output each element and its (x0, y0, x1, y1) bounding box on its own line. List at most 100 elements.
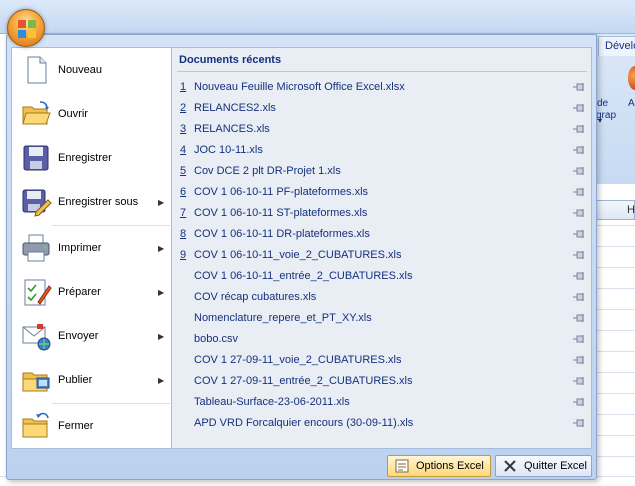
pin-icon[interactable] (572, 334, 586, 344)
menu-item-enregistrer-sous[interactable]: Enregistrer sous ▶ (12, 180, 172, 224)
menu-item-label: Ouvrir (58, 108, 88, 120)
recent-document-number: 6 (180, 186, 187, 198)
recent-document-name: COV 1 06-10-11 PF-plateformes.xls (194, 186, 369, 198)
ribbon-dropdown-arrow-icon[interactable]: ▾ (598, 116, 602, 125)
recent-documents-title: Documents récents (179, 54, 282, 66)
recent-document-name: COV 1 06-10-11 ST-plateformes.xls (194, 207, 368, 219)
recent-document-item[interactable]: bobo.csv (178, 329, 588, 350)
pin-icon[interactable] (572, 187, 586, 197)
menu-item-envoyer[interactable]: Envoyer ▶ (12, 314, 172, 358)
recent-document-item[interactable]: COV récap cubatures.xls (178, 287, 588, 308)
menu-item-imprimer[interactable]: Imprimer ▶ (12, 226, 172, 270)
quit-excel-button[interactable]: Quitter Excel (495, 455, 592, 477)
recent-document-name: COV 1 06-10-11_entrée_2_CUBATURES.xls (194, 270, 413, 282)
recent-document-name: Nomenclature_repere_et_PT_XY.xls (194, 312, 372, 324)
tab-developer[interactable]: Dévelo (598, 36, 635, 56)
pin-icon[interactable] (572, 292, 586, 302)
menu-item-label: Enregistrer (58, 152, 112, 164)
recent-document-item[interactable]: 2 RELANCES2.xls (178, 98, 588, 119)
recent-documents-pane: Documents récents 1 Nouveau Feuille Micro… (171, 47, 592, 449)
menu-item-label: Enregistrer sous (58, 196, 139, 208)
pin-icon[interactable] (572, 313, 586, 323)
recent-document-number: 9 (180, 249, 187, 261)
ribbon-label-fragment-2: A (628, 98, 635, 109)
recent-document-name: bobo.csv (194, 333, 239, 345)
menu-item-enregistrer[interactable]: Enregistrer (12, 136, 172, 180)
submenu-arrow-icon: ▶ (158, 287, 165, 297)
recent-document-item[interactable]: COV 1 27-09-11_entrée_2_CUBATURES.xls (178, 371, 588, 392)
menu-item-label: Nouveau (58, 64, 103, 76)
pin-icon[interactable] (572, 208, 586, 218)
new-document-icon (27, 56, 47, 84)
save-icon (23, 145, 49, 171)
menu-item-fermer[interactable]: Fermer (12, 404, 172, 448)
excel-options-label: Options Excel (416, 460, 484, 472)
office-logo-icon (18, 20, 36, 38)
recent-document-item[interactable]: 3 RELANCES.xls (178, 119, 588, 140)
recent-document-number: 2 (180, 102, 187, 114)
recent-document-item[interactable]: 9 COV 1 06-10-11_voie_2_CUBATURES.xls (178, 245, 588, 266)
recent-document-name: COV récap cubatures.xls (194, 291, 317, 303)
ribbon-label-fragment: de (597, 98, 609, 109)
ribbon-background (596, 34, 635, 184)
recent-document-item[interactable]: 8 COV 1 06-10-11 DR-plateformes.xls (178, 224, 588, 245)
pin-icon[interactable] (572, 250, 586, 260)
menu-item-label: Envoyer (58, 330, 99, 342)
menu-commands-pane: Nouveau Ouvrir Enregistrer Enregistrer s… (11, 47, 171, 449)
title-bar (0, 0, 635, 34)
submenu-arrow-icon: ▶ (158, 243, 165, 253)
submenu-arrow-icon: ▶ (158, 197, 165, 207)
recent-document-name: RELANCES2.xls (194, 102, 276, 114)
column-header-h[interactable]: H (596, 200, 635, 220)
menu-item-label: Imprimer (58, 242, 102, 254)
pin-icon[interactable] (572, 229, 586, 239)
recent-document-item[interactable]: 7 COV 1 06-10-11 ST-plateformes.xls (178, 203, 588, 224)
recent-document-name: COV 1 06-10-11 DR-plateformes.xls (194, 228, 370, 240)
recent-document-number: 3 (180, 123, 187, 135)
recent-document-item[interactable]: 6 COV 1 06-10-11 PF-plateformes.xls (178, 182, 588, 203)
submenu-arrow-icon: ▶ (158, 331, 165, 341)
menu-item-label: Publier (58, 374, 93, 386)
excel-options-button[interactable]: Options Excel (387, 455, 491, 477)
menu-item-nouveau[interactable]: Nouveau (12, 48, 172, 92)
recent-document-item[interactable]: Tableau-Surface-23-06-2011.xls (178, 392, 588, 413)
recent-document-item[interactable]: 1 Nouveau Feuille Microsoft Office Excel.… (178, 77, 588, 98)
menu-item-ouvrir[interactable]: Ouvrir (12, 92, 172, 136)
menu-item-publier[interactable]: Publier ▶ (12, 358, 172, 402)
pin-icon[interactable] (572, 166, 586, 176)
recent-document-item[interactable]: COV 1 27-09-11_voie_2_CUBATURES.xls (178, 350, 588, 371)
ribbon-chart-icon[interactable] (628, 66, 635, 90)
quit-excel-label: Quitter Excel (524, 460, 587, 472)
recent-document-name: RELANCES.xls (194, 123, 270, 135)
open-folder-icon (22, 101, 51, 125)
pin-icon[interactable] (572, 397, 586, 407)
printer-icon (22, 234, 50, 262)
publish-icon (22, 372, 50, 392)
pin-icon[interactable] (572, 355, 586, 365)
menu-item-label: Fermer (58, 420, 94, 432)
pin-icon[interactable] (572, 103, 586, 113)
send-icon (22, 324, 51, 351)
recent-document-name: Tableau-Surface-23-06-2011.xls (194, 396, 350, 408)
recent-document-item[interactable]: 4 JOC 10-11.xls (178, 140, 588, 161)
recent-document-item[interactable]: APD VRD Forcalquier encours (30-09-11).x… (178, 413, 588, 434)
menu-item-preparer[interactable]: Préparer ▶ (12, 270, 172, 314)
recent-document-number: 4 (180, 144, 187, 156)
recent-document-number: 7 (180, 207, 187, 219)
options-icon (395, 459, 409, 473)
recent-document-name: Cov DCE 2 plt DR-Projet 1.xls (194, 165, 341, 177)
recent-document-item[interactable]: 5 Cov DCE 2 plt DR-Projet 1.xls (178, 161, 588, 182)
pin-icon[interactable] (572, 124, 586, 134)
pin-icon[interactable] (572, 82, 586, 92)
pin-icon[interactable] (572, 376, 586, 386)
submenu-arrow-icon: ▶ (158, 375, 165, 385)
pin-icon[interactable] (572, 145, 586, 155)
recent-document-name: COV 1 06-10-11_voie_2_CUBATURES.xls (194, 249, 402, 261)
pin-icon[interactable] (572, 271, 586, 281)
pin-icon[interactable] (572, 418, 586, 428)
office-button[interactable] (7, 9, 45, 47)
close-folder-icon (22, 412, 49, 438)
recent-document-name: APD VRD Forcalquier encours (30-09-11).x… (194, 417, 414, 429)
recent-document-item[interactable]: COV 1 06-10-11_entrée_2_CUBATURES.xls (178, 266, 588, 287)
recent-document-item[interactable]: Nomenclature_repere_et_PT_XY.xls (178, 308, 588, 329)
